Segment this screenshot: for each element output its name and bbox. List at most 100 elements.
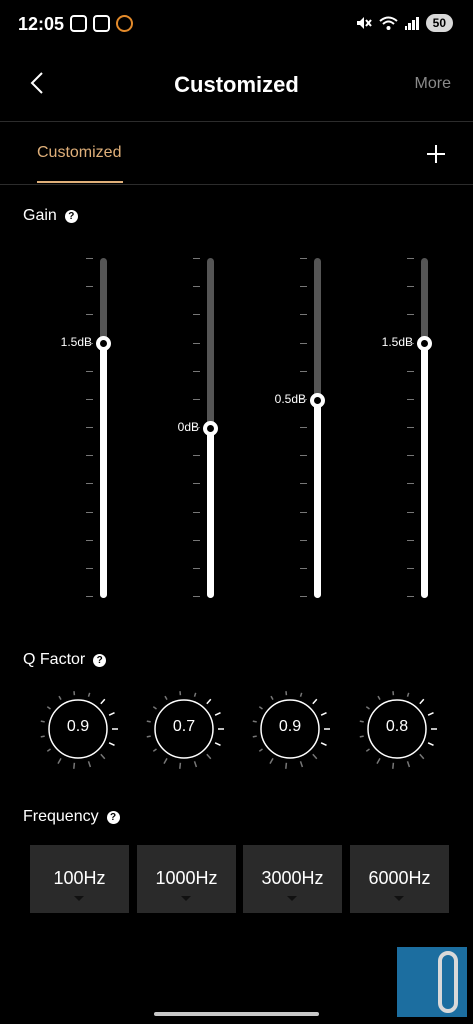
gain-tick-mark bbox=[193, 427, 200, 428]
gain-thumb[interactable] bbox=[310, 393, 325, 408]
gain-tick-mark bbox=[193, 540, 200, 541]
status-bar: 12:05 50 bbox=[0, 0, 473, 50]
gain-tick-mark bbox=[86, 371, 93, 372]
system-icons: 50 bbox=[356, 14, 453, 32]
frequency-section-label: Frequency ? bbox=[23, 808, 120, 826]
gain-tick-mark bbox=[193, 258, 200, 259]
floating-overlay-button[interactable] bbox=[397, 947, 467, 1017]
frequency-select-4[interactable]: 6000Hz bbox=[350, 845, 449, 913]
gain-tick-mark bbox=[300, 399, 307, 400]
gain-slider-3[interactable]: 0.5dB bbox=[264, 258, 374, 598]
gain-tick-mark bbox=[300, 455, 307, 456]
q-factor-section-label: Q Factor ? bbox=[23, 651, 107, 669]
gain-slider-4[interactable]: 1.5dB bbox=[371, 258, 473, 598]
gain-tick-mark bbox=[86, 512, 93, 513]
gain-tick-mark bbox=[407, 455, 414, 456]
dropdown-caret-icon bbox=[181, 896, 191, 901]
gain-tick-mark bbox=[300, 540, 307, 541]
gain-label: Gain bbox=[23, 207, 57, 224]
gain-tick-mark bbox=[300, 286, 307, 287]
gain-tick-mark bbox=[86, 455, 93, 456]
gain-tick-mark bbox=[86, 540, 93, 541]
gain-tick-mark bbox=[407, 596, 414, 597]
q-factor-help-icon[interactable]: ? bbox=[93, 653, 107, 667]
gain-tick-mark bbox=[407, 258, 414, 259]
gain-tick-mark bbox=[300, 343, 307, 344]
gain-tick-mark bbox=[86, 483, 93, 484]
tab-customized[interactable]: Customized bbox=[37, 144, 121, 162]
gain-slider-2[interactable]: 0dB bbox=[157, 258, 267, 598]
gain-tick-mark bbox=[300, 483, 307, 484]
gain-tick-mark bbox=[407, 286, 414, 287]
q-factor-value-4: 0.8 bbox=[385, 718, 409, 735]
wifi-icon bbox=[379, 16, 398, 30]
gain-thumb[interactable] bbox=[417, 336, 432, 351]
gain-tick-mark bbox=[407, 540, 414, 541]
gain-tick-mark bbox=[193, 596, 200, 597]
gain-tick-mark bbox=[86, 568, 93, 569]
dropdown-caret-icon bbox=[394, 896, 404, 901]
gain-track-fill bbox=[421, 343, 428, 598]
signal-icon bbox=[404, 16, 419, 30]
gain-tick-mark bbox=[407, 427, 414, 428]
gain-tick-mark bbox=[86, 596, 93, 597]
gain-tick-mark bbox=[300, 314, 307, 315]
frequency-value-3: 3000Hz bbox=[261, 868, 324, 888]
frequency-value-1: 100Hz bbox=[53, 868, 106, 888]
gain-tick-mark bbox=[407, 343, 414, 344]
tab-divider bbox=[0, 184, 473, 185]
active-tab-indicator bbox=[37, 181, 123, 183]
gain-tick-mark bbox=[407, 483, 414, 484]
q-factor-knob-1[interactable]: 0.9 bbox=[35, 686, 121, 772]
page-title: Customized bbox=[174, 72, 299, 97]
gain-tick-mark bbox=[300, 568, 307, 569]
frequency-select-1[interactable]: 100Hz bbox=[30, 845, 129, 913]
frequency-help-icon[interactable]: ? bbox=[106, 810, 120, 824]
home-indicator[interactable] bbox=[154, 1012, 319, 1016]
gain-value-2: 0dB bbox=[177, 420, 199, 434]
mute-icon bbox=[356, 17, 372, 29]
gain-slider-1[interactable]: 1.5dB bbox=[50, 258, 160, 598]
gain-value-1: 1.5dB bbox=[60, 335, 92, 349]
app-notification-icon bbox=[93, 15, 110, 32]
battery-indicator: 50 bbox=[425, 14, 453, 32]
frequency-select-2[interactable]: 1000Hz bbox=[137, 845, 236, 913]
q-factor-knob-3[interactable]: 0.9 bbox=[247, 686, 333, 772]
gain-tick-mark bbox=[193, 512, 200, 513]
screenshot-icon bbox=[70, 15, 87, 32]
gain-tick-mark bbox=[193, 343, 200, 344]
overlay-zero-icon bbox=[438, 951, 458, 1013]
frequency-label: Frequency bbox=[23, 808, 99, 825]
q-factor-knob-2[interactable]: 0.7 bbox=[141, 686, 227, 772]
gain-value-3: 0.5dB bbox=[274, 392, 306, 406]
gain-tick-mark bbox=[86, 258, 93, 259]
add-preset-icon[interactable] bbox=[426, 144, 446, 164]
header-divider bbox=[0, 121, 473, 122]
gain-tick-mark bbox=[407, 568, 414, 569]
mail-notification-icon bbox=[116, 15, 133, 32]
gain-section-label: Gain ? bbox=[23, 207, 78, 225]
gain-tick-mark bbox=[193, 314, 200, 315]
gain-tick-mark bbox=[300, 427, 307, 428]
q-factor-knob-4[interactable]: 0.8 bbox=[354, 686, 440, 772]
frequency-value-4: 6000Hz bbox=[368, 868, 431, 888]
gain-tick-mark bbox=[300, 596, 307, 597]
gain-tick-mark bbox=[407, 399, 414, 400]
gain-value-4: 1.5dB bbox=[381, 335, 413, 349]
frequency-value-2: 1000Hz bbox=[155, 868, 218, 888]
gain-help-icon[interactable]: ? bbox=[64, 209, 78, 223]
gain-tick-mark bbox=[193, 455, 200, 456]
status-time: 12:05 bbox=[18, 14, 65, 34]
more-button[interactable]: More bbox=[415, 75, 451, 93]
gain-tick-mark bbox=[193, 399, 200, 400]
q-factor-value-3: 0.9 bbox=[278, 718, 302, 735]
notification-icons bbox=[70, 15, 133, 32]
gain-track-fill bbox=[207, 428, 214, 598]
q-factor-value-2: 0.7 bbox=[172, 718, 196, 735]
gain-track-fill bbox=[314, 400, 321, 598]
gain-tick-mark bbox=[86, 314, 93, 315]
frequency-select-3[interactable]: 3000Hz bbox=[243, 845, 342, 913]
gain-thumb[interactable] bbox=[203, 421, 218, 436]
gain-thumb[interactable] bbox=[96, 336, 111, 351]
app-header: Customized More bbox=[0, 50, 473, 120]
